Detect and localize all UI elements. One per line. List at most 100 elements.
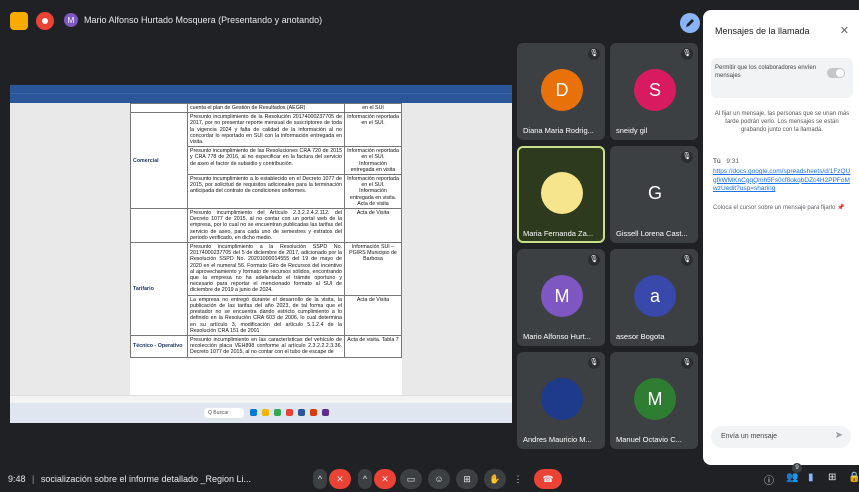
- message-header: Tú 9:31: [713, 158, 739, 165]
- category-cell: [130, 103, 188, 114]
- evidence-cell: Información reportada en el SUI. Informa…: [344, 146, 402, 176]
- leave-call-button[interactable]: ☎: [534, 469, 562, 489]
- participant-name: Gissell Lorena Cast...: [616, 229, 688, 238]
- participant-avatar: M: [634, 378, 676, 420]
- participant-avatar: G: [634, 172, 676, 214]
- participant-avatar: D: [541, 69, 583, 111]
- annotate-pen-icon[interactable]: [680, 13, 700, 33]
- meeting-info: 9:48 | socialización sobre el informe de…: [8, 474, 251, 484]
- mic-muted-icon: 🎙: [588, 254, 600, 266]
- evidence-cell: Información reportada en el SUI. Informa…: [344, 174, 402, 210]
- chat-title: Mensajes de la llamada: [715, 26, 810, 36]
- description-cell: Presunto incumplimiento a lo establecido…: [187, 174, 345, 210]
- participant-tile[interactable]: 🎙 Andres Mauricio M...: [517, 352, 605, 449]
- folder-icon: [262, 409, 269, 416]
- description-cell: Presunto incumplimiento del Artículo 2.3…: [187, 208, 345, 244]
- divider: |: [32, 474, 35, 484]
- camera-off-button[interactable]: ✕: [374, 469, 396, 489]
- record-icon[interactable]: [36, 12, 54, 30]
- participant-name: asesor Bogota: [616, 332, 665, 341]
- raise-hand-button[interactable]: ✋: [484, 469, 506, 489]
- word-icon: [298, 409, 305, 416]
- send-icon[interactable]: ➤: [835, 430, 843, 441]
- close-icon[interactable]: ✕: [840, 24, 849, 37]
- permission-text: Permitir que los colaboradores envíen me…: [715, 65, 817, 79]
- participant-tile[interactable]: G 🎙 Gissell Lorena Cast...: [610, 146, 698, 243]
- description-cell: Presunto incumplimiento a la Resolución …: [187, 242, 345, 296]
- participant-avatar: a: [634, 275, 676, 317]
- evidence-cell: Información SUI – PGIRS Municipio de Bar…: [344, 242, 402, 296]
- table-row: Tarifario Presunto incumplimiento a la Re…: [130, 242, 402, 336]
- lock-icon[interactable]: 🔒: [848, 472, 859, 483]
- pin-note: Al fijar un mensaje, las personas que se…: [714, 111, 850, 133]
- participant-avatar: M: [541, 275, 583, 317]
- pin-icon: 📌: [837, 205, 845, 211]
- activities-icon[interactable]: ⊞: [828, 472, 836, 483]
- category-cell: Tarifario: [130, 242, 188, 336]
- mic-muted-icon: 🎙: [588, 48, 600, 60]
- mic-muted-icon: 🎙: [681, 151, 693, 163]
- message-time: 9:31: [726, 158, 740, 165]
- evidence-cell: Acta de Visita: [344, 208, 402, 244]
- presenter-avatar: M: [64, 13, 78, 27]
- chat-input-placeholder: Envía un mensaje: [721, 433, 778, 440]
- findings-table: cuenta el plan de Gestión de Resultados …: [130, 103, 402, 358]
- evidence-cell: Acta de Visita: [344, 294, 402, 336]
- description-cell: cuenta el plan de Gestión de Resultados …: [187, 103, 345, 114]
- app-icon: [274, 409, 281, 416]
- presentation-icon[interactable]: [10, 12, 28, 30]
- document-page: cuenta el plan de Gestión de Resultados …: [130, 103, 402, 395]
- participant-name: Manuel Octavio C...: [616, 435, 682, 444]
- participant-tile[interactable]: S 🎙 sneidy gil: [610, 43, 698, 140]
- mic-options-chevron-icon[interactable]: ^: [313, 469, 327, 489]
- participant-name: Maria Fernanda Za...: [523, 229, 594, 238]
- participant-avatar: S: [634, 69, 676, 111]
- clock: 9:48: [8, 474, 26, 484]
- table-row: Presunto incumplimiento del Artículo 2.3…: [130, 208, 402, 244]
- participant-avatar: [541, 378, 583, 420]
- evidence-cell: en el SUI: [344, 103, 402, 114]
- mic-muted-icon: 🎙: [588, 357, 600, 369]
- description-cell: Presunto incumplimiento de la Resolución…: [187, 112, 345, 148]
- chat-input[interactable]: Envía un mensaje ➤: [711, 426, 851, 448]
- meeting-title: socialización sobre el informe detallado…: [40, 474, 252, 484]
- participant-tile[interactable]: a 🎙 asesor Bogota: [610, 249, 698, 346]
- participant-tile[interactable]: M 🎙 Manuel Octavio C...: [610, 352, 698, 449]
- participant-name: Andres Mauricio M...: [523, 435, 592, 444]
- more-options-icon[interactable]: ⋮: [512, 469, 524, 489]
- message-author: Tú: [713, 158, 721, 165]
- participant-name: sneidy gil: [616, 126, 648, 135]
- mic-off-button[interactable]: ✕: [329, 469, 351, 489]
- permission-toggle[interactable]: [827, 68, 845, 78]
- windows-taskbar: Q Buscar: [10, 403, 512, 423]
- people-icon[interactable]: 👥: [786, 472, 798, 483]
- category-cell: [130, 208, 188, 244]
- participant-tile[interactable]: M 🎙 Mario Alfonso Hurt...: [517, 249, 605, 346]
- edge-icon: [250, 409, 257, 416]
- mic-muted-icon: 🎙: [681, 357, 693, 369]
- emoji-button[interactable]: ☺: [428, 469, 450, 489]
- presenter-label: M Mario Alfonso Hurtado Mosquera (Presen…: [64, 13, 322, 27]
- mic-muted-icon: 🎙: [681, 48, 693, 60]
- table-row: Comercial Presunto incumplimiento de la R…: [130, 112, 402, 210]
- chat-icon[interactable]: ▮: [808, 472, 814, 483]
- evidence-cell: Acta de visita. Tabla 7: [344, 334, 402, 358]
- shared-screen: cuenta el plan de Gestión de Resultados …: [10, 85, 512, 423]
- word-title-bar: [10, 85, 512, 93]
- evidence-cell: Información reportada en el SUI.: [344, 112, 402, 148]
- participant-tile[interactable]: D 🎙 Diana Maria Rodrig...: [517, 43, 605, 140]
- presenter-text: Mario Alfonso Hurtado Mosquera (Presenta…: [84, 15, 323, 25]
- present-button[interactable]: ⊞: [456, 469, 478, 489]
- description-cell: Presunto incumplimiento de las Resolucio…: [187, 146, 345, 176]
- message-link[interactable]: https://docs.google.com/spreadsheets/d/1…: [713, 168, 853, 194]
- category-cell: Técnico - Operativo: [130, 334, 188, 358]
- document-area: cuenta el plan de Gestión de Resultados …: [10, 103, 512, 395]
- camera-options-chevron-icon[interactable]: ^: [358, 469, 372, 489]
- bottom-bar: 9:48 | socialización sobre el informe de…: [0, 463, 859, 492]
- chat-panel: Mensajes de la llamada ✕ Permitir que lo…: [703, 10, 859, 465]
- participant-name: Mario Alfonso Hurt...: [523, 332, 591, 341]
- captions-button[interactable]: ▭: [400, 469, 422, 489]
- participant-tile[interactable]: Maria Fernanda Za...: [517, 146, 605, 243]
- info-icon[interactable]: ⓘ: [764, 472, 774, 487]
- permission-box: Permitir que los colaboradores envíen me…: [711, 58, 853, 98]
